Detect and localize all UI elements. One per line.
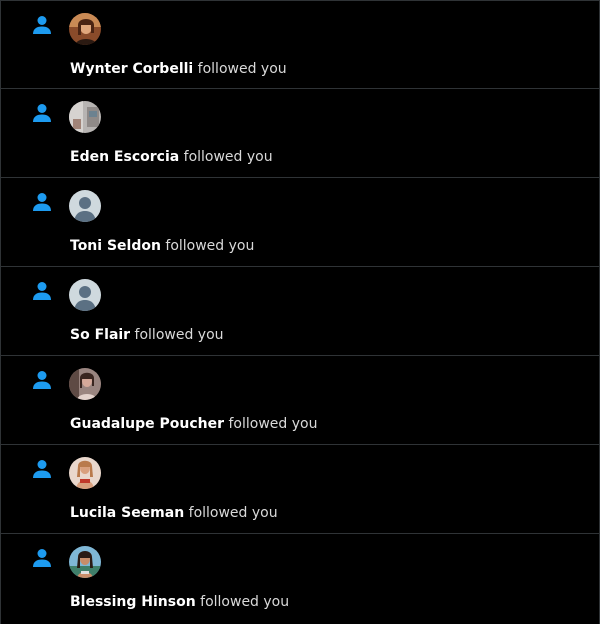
- user-name-link[interactable]: Wynter Corbelli: [70, 61, 193, 77]
- notification-action: followed you: [228, 416, 318, 432]
- user-name-link[interactable]: Lucila Seeman: [70, 505, 184, 521]
- person-icon: [33, 282, 51, 300]
- notification-text: Wynter Corbelli followed you: [70, 59, 287, 79]
- follow-notification[interactable]: Eden Escorcia followed you: [1, 89, 599, 178]
- user-avatar[interactable]: [69, 13, 101, 45]
- user-name-link[interactable]: Guadalupe Poucher: [70, 416, 224, 432]
- follow-notification[interactable]: Guadalupe Poucher followed you: [1, 356, 599, 445]
- default-avatar-icon[interactable]: [69, 279, 101, 311]
- follow-notification[interactable]: So Flair followed you: [1, 267, 599, 356]
- follow-notification[interactable]: Toni Seldon followed you: [1, 178, 599, 267]
- notification-text: Eden Escorcia followed you: [70, 147, 273, 167]
- user-avatar[interactable]: [69, 546, 101, 578]
- person-icon: [33, 104, 51, 122]
- follow-notification[interactable]: Lucila Seeman followed you: [1, 445, 599, 534]
- notifications-feed: Wynter Corbelli followed you Eden Escorc…: [0, 0, 600, 624]
- notification-text: So Flair followed you: [70, 325, 224, 345]
- user-name-link[interactable]: Blessing Hinson: [70, 594, 196, 610]
- user-avatar[interactable]: [69, 457, 101, 489]
- user-name-link[interactable]: Toni Seldon: [70, 238, 161, 254]
- user-avatar[interactable]: [69, 101, 101, 133]
- notification-text: Blessing Hinson followed you: [70, 592, 289, 612]
- user-avatar[interactable]: [69, 368, 101, 400]
- notification-action: followed you: [183, 149, 273, 165]
- person-icon: [33, 16, 51, 34]
- notification-action: followed you: [188, 505, 278, 521]
- default-avatar-icon[interactable]: [69, 190, 101, 222]
- follow-notification[interactable]: Blessing Hinson followed you: [1, 534, 599, 623]
- person-icon: [33, 193, 51, 211]
- person-icon: [33, 460, 51, 478]
- user-name-link[interactable]: Eden Escorcia: [70, 149, 179, 165]
- notification-action: followed you: [165, 238, 255, 254]
- notification-action: followed you: [134, 327, 224, 343]
- notification-text: Lucila Seeman followed you: [70, 503, 278, 523]
- notification-text: Guadalupe Poucher followed you: [70, 414, 317, 434]
- notification-action: followed you: [200, 594, 290, 610]
- notification-text: Toni Seldon followed you: [70, 236, 254, 256]
- notification-action: followed you: [197, 61, 287, 77]
- user-name-link[interactable]: So Flair: [70, 327, 130, 343]
- person-icon: [33, 549, 51, 567]
- follow-notification[interactable]: Wynter Corbelli followed you: [1, 0, 599, 89]
- person-icon: [33, 371, 51, 389]
